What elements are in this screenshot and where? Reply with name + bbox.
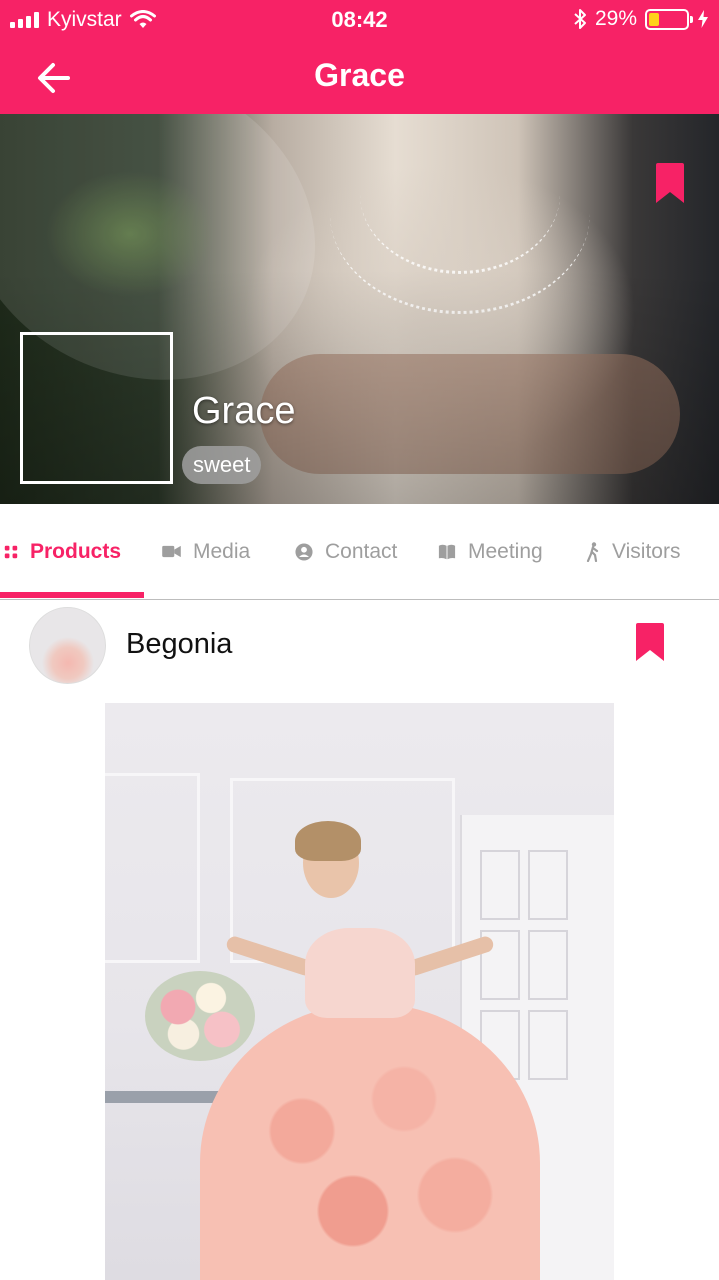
- bookmark-icon[interactable]: [653, 162, 687, 204]
- grid-icon: [4, 545, 18, 558]
- product-photo[interactable]: [105, 703, 614, 1280]
- flower-bouquet: [145, 971, 255, 1061]
- bluetooth-icon: [574, 9, 586, 29]
- bookmark-icon[interactable]: [634, 622, 666, 662]
- user-circle-icon: [295, 542, 313, 561]
- door-pane: [528, 1010, 568, 1080]
- open-book-icon: [438, 544, 456, 559]
- profile-name: Grace: [192, 390, 296, 432]
- model-hair: [295, 821, 361, 861]
- active-tab-indicator: [0, 592, 144, 598]
- wall-panel: [105, 773, 200, 963]
- battery-fill: [649, 12, 660, 26]
- profile-cover: Grace sweet: [0, 114, 719, 504]
- product-name[interactable]: Begonia: [126, 628, 232, 661]
- dress-bodice: [305, 928, 415, 1018]
- top-bar: Kyivstar 08:42 29% Grace: [0, 0, 719, 114]
- status-bar: Kyivstar 08:42 29%: [0, 0, 719, 40]
- tab-bar: Products Media Contact Meeting Visitors: [0, 504, 719, 600]
- product-avatar[interactable]: [29, 607, 106, 684]
- page-title: Grace: [314, 57, 405, 93]
- nav-bar: Grace: [0, 40, 719, 114]
- tab-label: Media: [193, 539, 251, 563]
- battery-percent: 29%: [594, 7, 637, 30]
- battery-icon: [645, 8, 693, 30]
- video-camera-icon: [162, 545, 181, 558]
- door-pane: [480, 850, 520, 920]
- profile-tag-badge: sweet: [182, 446, 262, 484]
- door-pane: [528, 850, 568, 920]
- tab-label: Contact: [325, 539, 398, 563]
- tab-label: Visitors: [612, 539, 681, 563]
- tab-label: Products: [30, 539, 122, 563]
- door-pane: [528, 930, 568, 1000]
- tab-media[interactable]: Media: [162, 504, 250, 599]
- avatar[interactable]: [20, 332, 173, 484]
- product-card-header: Begonia: [0, 600, 719, 700]
- tab-label: Meeting: [468, 539, 543, 563]
- tab-visitors[interactable]: Visitors: [586, 504, 680, 599]
- tab-products[interactable]: Products: [4, 504, 121, 599]
- tab-meeting[interactable]: Meeting: [438, 504, 543, 599]
- status-right: 29%: [573, 7, 709, 31]
- tab-contact[interactable]: Contact: [295, 504, 397, 599]
- charging-icon: [698, 10, 708, 28]
- walking-person-icon: [586, 541, 599, 562]
